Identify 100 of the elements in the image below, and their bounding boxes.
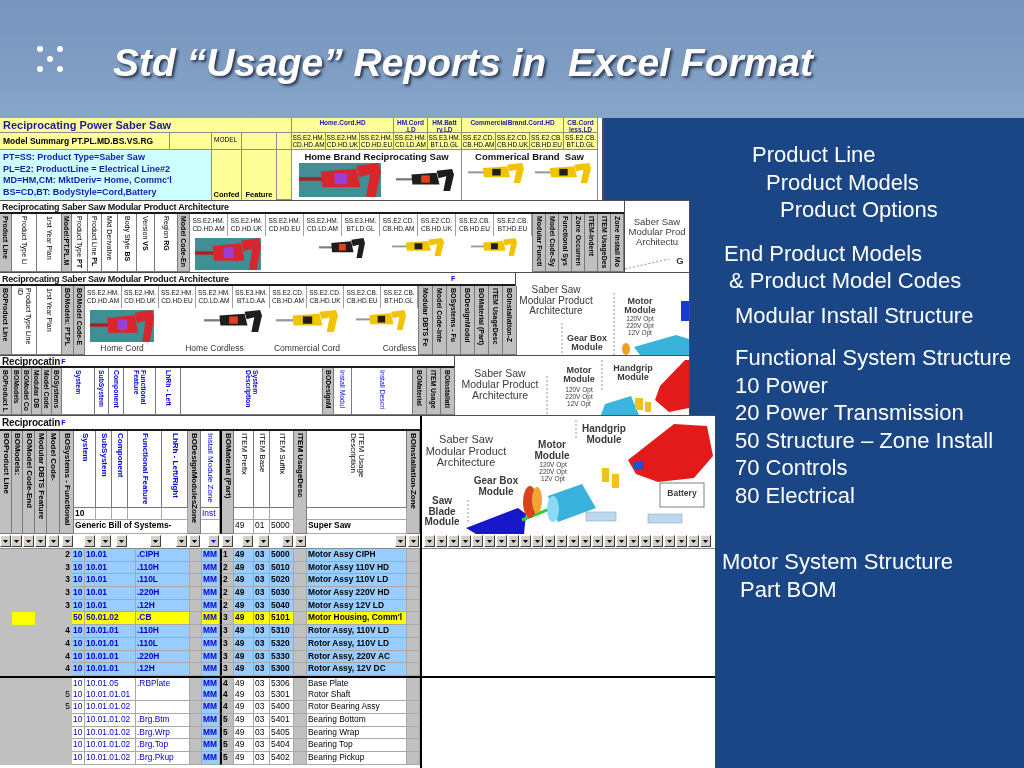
legend-text: PT=SS: Product Type=Saber Saw <box>3 152 145 164</box>
caret-down-icon <box>65 539 70 543</box>
table-cell: Rotor Bearing Assy <box>307 701 407 714</box>
filter-dropdown-button[interactable] <box>508 535 519 547</box>
caret-down-icon <box>153 539 158 543</box>
filter-dropdown-button[interactable] <box>496 535 507 547</box>
filter-dropdown-button[interactable] <box>84 535 95 547</box>
table-cell: 5 <box>220 752 234 765</box>
filter-dropdown-button[interactable] <box>189 535 200 547</box>
saw-drawing <box>395 169 454 191</box>
filter-dropdown-button[interactable] <box>436 535 447 547</box>
caret-down-icon <box>463 539 468 543</box>
column-header: ITEM Usage Description <box>307 431 407 508</box>
table-cell: 5000 <box>270 520 294 534</box>
filter-dropdown-button[interactable] <box>628 535 639 547</box>
filter-dropdown-button[interactable] <box>408 535 419 547</box>
table-cell: MM <box>202 612 220 626</box>
filter-dropdown-button[interactable] <box>520 535 531 547</box>
column-header: LhRh - Left/Right <box>162 431 188 508</box>
brush-clip-shape <box>602 468 619 488</box>
caret-down-icon <box>655 539 660 543</box>
caret-down-icon <box>607 539 612 543</box>
filter-dropdown-button[interactable] <box>556 535 567 547</box>
filter-dropdown-button[interactable] <box>258 535 269 547</box>
filter-dropdown-button[interactable] <box>116 535 127 547</box>
filter-dropdown-button[interactable] <box>616 535 627 547</box>
legend-text: BS=CD,BT: BodyStyle=Cord,Battery <box>3 186 157 198</box>
legend-text: MD=HM,CM: MktDeriv= Home, Commc'l <box>3 175 172 187</box>
filter-dropdown-button[interactable] <box>472 535 483 547</box>
caret-down-icon <box>619 539 624 543</box>
caret-down-icon <box>225 539 230 543</box>
filter-dropdown-button[interactable] <box>282 535 293 547</box>
filter-dropdown-button[interactable] <box>652 535 663 547</box>
filter-dropdown-button[interactable] <box>295 535 306 547</box>
caret-down-icon <box>439 539 444 543</box>
filter-dropdown-button[interactable] <box>604 535 615 547</box>
table-cell: 4 <box>220 701 234 714</box>
table-cell: Super Saw <box>307 520 407 534</box>
battery-outline <box>659 482 705 508</box>
filter-dropdown-button[interactable] <box>395 535 406 547</box>
filter-dropdown-button[interactable] <box>544 535 555 547</box>
table-cell: MM <box>202 701 220 714</box>
diagram-label: Saw Blade Module <box>423 496 461 528</box>
column-header: BOModel Code-End <box>23 431 35 534</box>
note-text: Product Models <box>766 168 919 196</box>
diagram-label: Gear Box Module <box>566 334 608 353</box>
table-cell: 03 <box>254 752 270 765</box>
filter-dropdown-button[interactable] <box>23 535 34 547</box>
sheet-title: Reciprocating Saber Saw Modular Product Architecture <box>1 273 230 284</box>
filter-dropdown-button[interactable] <box>11 535 22 547</box>
filter-dropdown-button[interactable] <box>448 535 459 547</box>
sheet-title: Reciprocating Power Saber Saw <box>0 118 292 133</box>
saw-drawing <box>471 238 517 256</box>
dashed-guide-line <box>561 322 563 355</box>
note-text: 20 Power Transmission <box>735 399 964 427</box>
filter-dropdown-button[interactable] <box>242 535 253 547</box>
table-cell: 03 <box>254 739 270 752</box>
note-text: 70 Controls <box>735 454 848 482</box>
table-cell: 50.01.02 <box>85 612 136 626</box>
filter-dropdown-button[interactable] <box>676 535 687 547</box>
table-cell: 50 <box>72 612 85 626</box>
saw-drawing <box>276 310 338 332</box>
filter-dropdown-button[interactable] <box>664 535 675 547</box>
filter-dropdown-button[interactable] <box>176 535 187 547</box>
filter-dropdown-button[interactable] <box>62 535 73 547</box>
filter-dropdown-button[interactable] <box>700 535 711 547</box>
table-cell-text: 4 <box>65 637 71 650</box>
note-text: Functional System Structure <box>735 344 1012 372</box>
table-cell: 10 <box>72 587 85 600</box>
part-label-tag <box>585 511 617 522</box>
table-cell: 5310 <box>270 625 294 638</box>
column-header: Install Module Zone <box>201 431 220 508</box>
note-text: & Product Model Codes <box>729 267 962 295</box>
filter-dropdown-button[interactable] <box>222 535 233 547</box>
filter-dropdown-button[interactable] <box>100 535 111 547</box>
table-cell: MM <box>202 574 220 588</box>
filter-dropdown-button[interactable] <box>568 535 579 547</box>
filter-dropdown-button[interactable] <box>150 535 161 547</box>
table-cell: 49 <box>234 701 254 714</box>
filter-dropdown-button[interactable] <box>532 535 543 547</box>
caret-down-icon <box>427 539 432 543</box>
filter-dropdown-button[interactable] <box>0 535 11 547</box>
filter-dropdown-button[interactable] <box>580 535 591 547</box>
filter-dropdown-button[interactable] <box>640 535 651 547</box>
filter-dropdown-button[interactable] <box>484 535 495 547</box>
filter-dropdown-button[interactable] <box>208 535 219 547</box>
column-header: ITEM UsageDesc <box>294 431 307 534</box>
image-caption: Home Cordless <box>185 343 244 355</box>
table-cell: 03 <box>254 574 270 588</box>
table-cell: 5402 <box>270 752 294 765</box>
filter-dropdown-button[interactable] <box>688 535 699 547</box>
table-cell: 10 <box>72 549 85 562</box>
table-cell: 03 <box>254 663 270 676</box>
filter-dropdown-button[interactable] <box>424 535 435 547</box>
filter-dropdown-button[interactable] <box>460 535 471 547</box>
filter-dropdown-button[interactable] <box>592 535 603 547</box>
filter-dropdown-button[interactable] <box>48 535 59 547</box>
filter-dropdown-button[interactable] <box>35 535 46 547</box>
caret-down-icon <box>411 539 416 543</box>
table-cell: .CIPH <box>136 549 190 562</box>
